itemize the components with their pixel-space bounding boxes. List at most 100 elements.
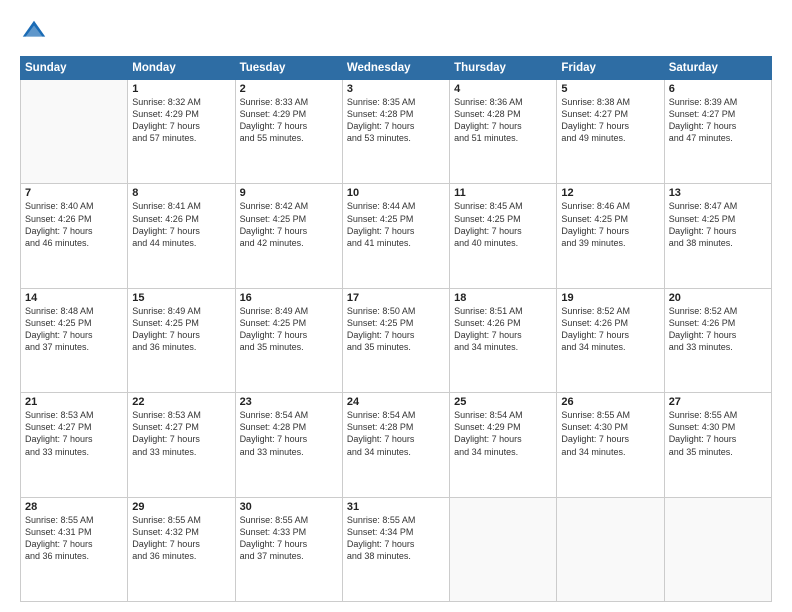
day-number: 19: [561, 292, 659, 304]
cell-info: Sunrise: 8:54 AM Sunset: 4:28 PM Dayligh…: [240, 409, 338, 458]
calendar-week-row: 21Sunrise: 8:53 AM Sunset: 4:27 PM Dayli…: [21, 393, 772, 497]
cell-info: Sunrise: 8:49 AM Sunset: 4:25 PM Dayligh…: [240, 305, 338, 354]
calendar-cell: 24Sunrise: 8:54 AM Sunset: 4:28 PM Dayli…: [342, 393, 449, 497]
cell-info: Sunrise: 8:44 AM Sunset: 4:25 PM Dayligh…: [347, 200, 445, 249]
day-number: 10: [347, 187, 445, 199]
calendar-cell: 12Sunrise: 8:46 AM Sunset: 4:25 PM Dayli…: [557, 184, 664, 288]
calendar-cell: 1Sunrise: 8:32 AM Sunset: 4:29 PM Daylig…: [128, 80, 235, 184]
calendar-cell: 23Sunrise: 8:54 AM Sunset: 4:28 PM Dayli…: [235, 393, 342, 497]
cell-info: Sunrise: 8:55 AM Sunset: 4:34 PM Dayligh…: [347, 514, 445, 563]
cell-info: Sunrise: 8:52 AM Sunset: 4:26 PM Dayligh…: [561, 305, 659, 354]
day-number: 13: [669, 187, 767, 199]
day-number: 27: [669, 396, 767, 408]
calendar-cell: 5Sunrise: 8:38 AM Sunset: 4:27 PM Daylig…: [557, 80, 664, 184]
cell-info: Sunrise: 8:41 AM Sunset: 4:26 PM Dayligh…: [132, 200, 230, 249]
day-number: 16: [240, 292, 338, 304]
cell-info: Sunrise: 8:51 AM Sunset: 4:26 PM Dayligh…: [454, 305, 552, 354]
cell-info: Sunrise: 8:42 AM Sunset: 4:25 PM Dayligh…: [240, 200, 338, 249]
calendar-cell: 26Sunrise: 8:55 AM Sunset: 4:30 PM Dayli…: [557, 393, 664, 497]
cell-info: Sunrise: 8:49 AM Sunset: 4:25 PM Dayligh…: [132, 305, 230, 354]
day-number: 2: [240, 83, 338, 95]
calendar-cell: 13Sunrise: 8:47 AM Sunset: 4:25 PM Dayli…: [664, 184, 771, 288]
day-number: 31: [347, 501, 445, 513]
calendar-cell: 19Sunrise: 8:52 AM Sunset: 4:26 PM Dayli…: [557, 288, 664, 392]
day-number: 21: [25, 396, 123, 408]
calendar-cell: 2Sunrise: 8:33 AM Sunset: 4:29 PM Daylig…: [235, 80, 342, 184]
calendar-week-row: 7Sunrise: 8:40 AM Sunset: 4:26 PM Daylig…: [21, 184, 772, 288]
calendar-header-row: SundayMondayTuesdayWednesdayThursdayFrid…: [21, 57, 772, 80]
cell-info: Sunrise: 8:46 AM Sunset: 4:25 PM Dayligh…: [561, 200, 659, 249]
day-number: 22: [132, 396, 230, 408]
logo: [20, 18, 52, 46]
cell-info: Sunrise: 8:55 AM Sunset: 4:33 PM Dayligh…: [240, 514, 338, 563]
calendar-cell: 4Sunrise: 8:36 AM Sunset: 4:28 PM Daylig…: [450, 80, 557, 184]
cell-info: Sunrise: 8:45 AM Sunset: 4:25 PM Dayligh…: [454, 200, 552, 249]
day-number: 9: [240, 187, 338, 199]
cell-info: Sunrise: 8:55 AM Sunset: 4:30 PM Dayligh…: [561, 409, 659, 458]
day-number: 5: [561, 83, 659, 95]
col-header-friday: Friday: [557, 57, 664, 80]
day-number: 25: [454, 396, 552, 408]
day-number: 24: [347, 396, 445, 408]
calendar-cell: [557, 497, 664, 601]
calendar-cell: 16Sunrise: 8:49 AM Sunset: 4:25 PM Dayli…: [235, 288, 342, 392]
calendar-cell: 11Sunrise: 8:45 AM Sunset: 4:25 PM Dayli…: [450, 184, 557, 288]
cell-info: Sunrise: 8:33 AM Sunset: 4:29 PM Dayligh…: [240, 96, 338, 145]
calendar-cell: 8Sunrise: 8:41 AM Sunset: 4:26 PM Daylig…: [128, 184, 235, 288]
calendar-cell: 22Sunrise: 8:53 AM Sunset: 4:27 PM Dayli…: [128, 393, 235, 497]
calendar-cell: 29Sunrise: 8:55 AM Sunset: 4:32 PM Dayli…: [128, 497, 235, 601]
calendar-cell: 10Sunrise: 8:44 AM Sunset: 4:25 PM Dayli…: [342, 184, 449, 288]
day-number: 17: [347, 292, 445, 304]
cell-info: Sunrise: 8:38 AM Sunset: 4:27 PM Dayligh…: [561, 96, 659, 145]
day-number: 26: [561, 396, 659, 408]
day-number: 18: [454, 292, 552, 304]
calendar-cell: 20Sunrise: 8:52 AM Sunset: 4:26 PM Dayli…: [664, 288, 771, 392]
cell-info: Sunrise: 8:54 AM Sunset: 4:29 PM Dayligh…: [454, 409, 552, 458]
day-number: 29: [132, 501, 230, 513]
cell-info: Sunrise: 8:54 AM Sunset: 4:28 PM Dayligh…: [347, 409, 445, 458]
calendar-cell: 9Sunrise: 8:42 AM Sunset: 4:25 PM Daylig…: [235, 184, 342, 288]
calendar-cell: 25Sunrise: 8:54 AM Sunset: 4:29 PM Dayli…: [450, 393, 557, 497]
calendar-cell: 21Sunrise: 8:53 AM Sunset: 4:27 PM Dayli…: [21, 393, 128, 497]
calendar-cell: 28Sunrise: 8:55 AM Sunset: 4:31 PM Dayli…: [21, 497, 128, 601]
cell-info: Sunrise: 8:52 AM Sunset: 4:26 PM Dayligh…: [669, 305, 767, 354]
day-number: 7: [25, 187, 123, 199]
calendar-cell: 18Sunrise: 8:51 AM Sunset: 4:26 PM Dayli…: [450, 288, 557, 392]
day-number: 4: [454, 83, 552, 95]
cell-info: Sunrise: 8:40 AM Sunset: 4:26 PM Dayligh…: [25, 200, 123, 249]
cell-info: Sunrise: 8:53 AM Sunset: 4:27 PM Dayligh…: [132, 409, 230, 458]
col-header-thursday: Thursday: [450, 57, 557, 80]
day-number: 14: [25, 292, 123, 304]
calendar-week-row: 28Sunrise: 8:55 AM Sunset: 4:31 PM Dayli…: [21, 497, 772, 601]
calendar-cell: 15Sunrise: 8:49 AM Sunset: 4:25 PM Dayli…: [128, 288, 235, 392]
calendar-cell: 27Sunrise: 8:55 AM Sunset: 4:30 PM Dayli…: [664, 393, 771, 497]
logo-icon: [20, 18, 48, 46]
calendar-cell: 30Sunrise: 8:55 AM Sunset: 4:33 PM Dayli…: [235, 497, 342, 601]
day-number: 11: [454, 187, 552, 199]
calendar-week-row: 14Sunrise: 8:48 AM Sunset: 4:25 PM Dayli…: [21, 288, 772, 392]
col-header-wednesday: Wednesday: [342, 57, 449, 80]
col-header-saturday: Saturday: [664, 57, 771, 80]
cell-info: Sunrise: 8:53 AM Sunset: 4:27 PM Dayligh…: [25, 409, 123, 458]
calendar-cell: [664, 497, 771, 601]
calendar-cell: [450, 497, 557, 601]
day-number: 8: [132, 187, 230, 199]
calendar-cell: 7Sunrise: 8:40 AM Sunset: 4:26 PM Daylig…: [21, 184, 128, 288]
cell-info: Sunrise: 8:36 AM Sunset: 4:28 PM Dayligh…: [454, 96, 552, 145]
col-header-tuesday: Tuesday: [235, 57, 342, 80]
cell-info: Sunrise: 8:55 AM Sunset: 4:30 PM Dayligh…: [669, 409, 767, 458]
cell-info: Sunrise: 8:55 AM Sunset: 4:32 PM Dayligh…: [132, 514, 230, 563]
day-number: 20: [669, 292, 767, 304]
col-header-monday: Monday: [128, 57, 235, 80]
calendar-cell: 6Sunrise: 8:39 AM Sunset: 4:27 PM Daylig…: [664, 80, 771, 184]
calendar-cell: 31Sunrise: 8:55 AM Sunset: 4:34 PM Dayli…: [342, 497, 449, 601]
day-number: 3: [347, 83, 445, 95]
cell-info: Sunrise: 8:39 AM Sunset: 4:27 PM Dayligh…: [669, 96, 767, 145]
cell-info: Sunrise: 8:35 AM Sunset: 4:28 PM Dayligh…: [347, 96, 445, 145]
col-header-sunday: Sunday: [21, 57, 128, 80]
day-number: 12: [561, 187, 659, 199]
day-number: 15: [132, 292, 230, 304]
calendar-week-row: 1Sunrise: 8:32 AM Sunset: 4:29 PM Daylig…: [21, 80, 772, 184]
calendar-cell: [21, 80, 128, 184]
calendar-table: SundayMondayTuesdayWednesdayThursdayFrid…: [20, 56, 772, 602]
